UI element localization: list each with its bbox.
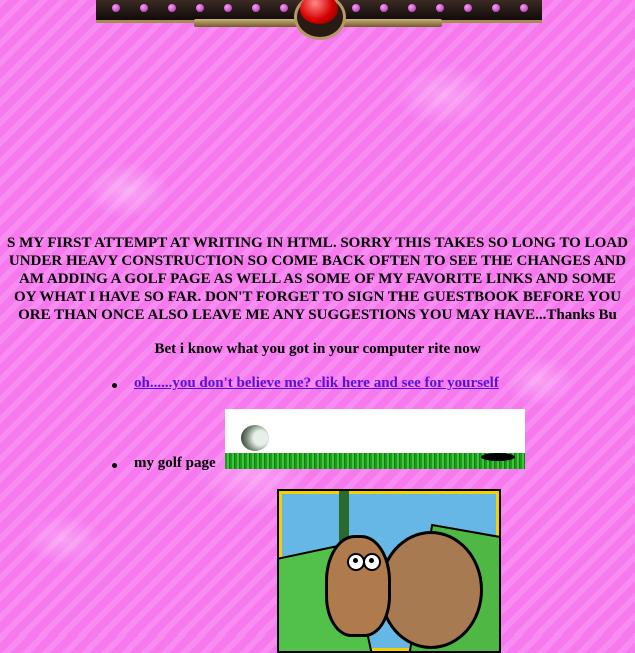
boulder-icon (379, 531, 483, 649)
golf-banner-image[interactable] (225, 409, 525, 469)
intro-line: OY WHAT I HAVE SO FAR. DON'T FORGET TO S… (13, 289, 622, 305)
list-item: oh......you don't believe me? clik here … (112, 375, 499, 392)
golf-ball-icon (241, 425, 269, 451)
intro-line: S MY FIRST ATTEMPT AT WRITING IN HTML. S… (7, 235, 628, 251)
bet-heading: Bet i know what you got in your computer… (154, 341, 481, 357)
golf-hole-icon (481, 453, 515, 461)
computer-link[interactable]: oh......you don't believe me? clik here … (134, 375, 499, 391)
golf-page-label: my golf page (134, 455, 216, 471)
bug-character-icon (325, 535, 391, 637)
list-item: my golf page (112, 455, 216, 472)
intro-line: ORE THAN ONCE ALSO LEAVE ME ANY SUGGESTI… (18, 307, 617, 323)
intro-line: UNDER HEAVY CONSTRUCTION SO COME BACK OF… (8, 253, 627, 269)
intro-line: AM ADDING A GOLF PAGE AS WELL AS SOME OF… (18, 271, 617, 287)
cartoon-image (277, 489, 501, 653)
intro-paragraph: S MY FIRST ATTEMPT AT WRITING IN HTML. S… (0, 234, 635, 324)
grass-strip (225, 453, 525, 469)
top-banner (96, 0, 542, 40)
